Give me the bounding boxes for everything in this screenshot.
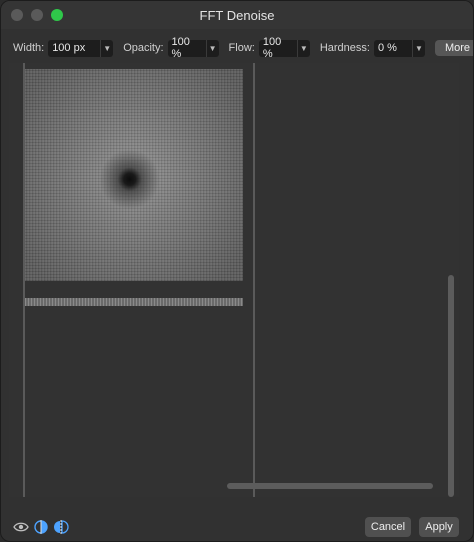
window-title: FFT Denoise bbox=[199, 7, 275, 23]
opacity-label: Opacity: bbox=[123, 42, 164, 54]
split-view-icon[interactable] bbox=[33, 519, 49, 535]
eye-icon[interactable] bbox=[13, 519, 29, 535]
title-bar: FFT Denoise bbox=[1, 1, 473, 29]
minimize-window-button[interactable] bbox=[31, 9, 43, 21]
flow-value[interactable]: 100 % bbox=[259, 36, 297, 60]
opacity-value[interactable]: 100 % bbox=[168, 36, 206, 60]
hardness-label: Hardness: bbox=[319, 42, 370, 54]
width-value[interactable]: 100 px bbox=[48, 42, 100, 54]
zoom-window-button[interactable] bbox=[51, 9, 63, 21]
horizontal-scrollbar[interactable] bbox=[227, 483, 433, 489]
hardness-field[interactable]: 0 % ▼ bbox=[373, 39, 425, 57]
dialog-footer: Cancel Apply bbox=[1, 513, 473, 541]
vertical-scrollbar[interactable] bbox=[448, 275, 454, 497]
chevron-down-icon[interactable]: ▼ bbox=[205, 39, 219, 57]
apply-button[interactable]: Apply bbox=[419, 517, 459, 537]
fft-denoise-dialog: FFT Denoise Width: 100 px ▼ Opacity: 100… bbox=[0, 0, 474, 542]
width-label: Width: bbox=[13, 42, 45, 54]
fft-preview-strip bbox=[25, 298, 243, 306]
center-divider bbox=[253, 63, 255, 497]
close-window-button[interactable] bbox=[11, 9, 23, 21]
opacity-field[interactable]: 100 % ▼ bbox=[167, 36, 219, 60]
width-field[interactable]: 100 px ▼ bbox=[48, 39, 114, 57]
chevron-down-icon[interactable]: ▼ bbox=[296, 39, 310, 57]
fft-spectrum-image[interactable] bbox=[25, 69, 243, 281]
window-controls bbox=[11, 9, 63, 21]
chevron-down-icon[interactable]: ▼ bbox=[411, 39, 425, 57]
fft-canvas[interactable] bbox=[9, 63, 459, 497]
brush-toolbar: Width: 100 px ▼ Opacity: 100 % ▼ Flow: 1… bbox=[1, 35, 473, 61]
hardness-value[interactable]: 0 % bbox=[374, 42, 412, 54]
chevron-down-icon[interactable]: ▼ bbox=[100, 39, 113, 57]
flow-field[interactable]: 100 % ▼ bbox=[258, 36, 310, 60]
more-button[interactable]: More bbox=[434, 40, 473, 56]
mirror-view-icon[interactable] bbox=[53, 519, 69, 535]
flow-label: Flow: bbox=[228, 42, 255, 54]
cancel-button[interactable]: Cancel bbox=[365, 517, 411, 537]
